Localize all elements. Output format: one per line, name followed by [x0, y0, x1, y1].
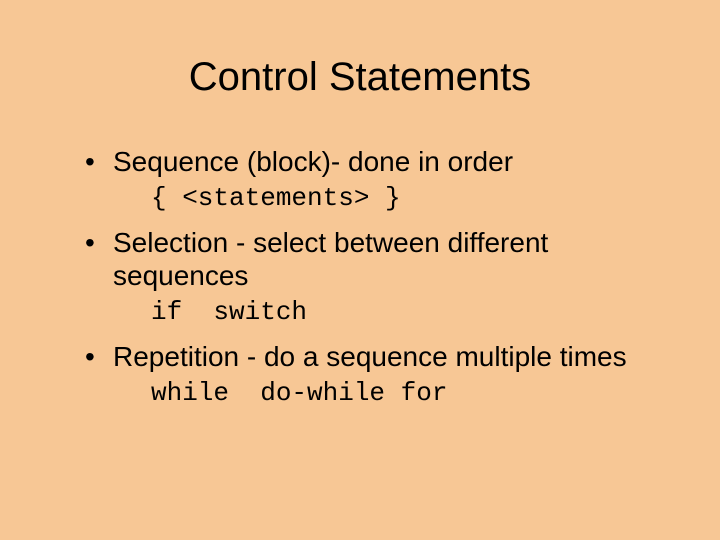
slide: Control Statements Sequence (block)- don… [0, 0, 720, 540]
code-line: if switch [151, 297, 660, 328]
bullet-item: Selection - select between different seq… [85, 226, 660, 328]
bullet-item: Sequence (block)- done in order { <state… [85, 145, 660, 214]
bullet-text: Selection - select between different seq… [113, 227, 548, 292]
bullet-text: Repetition - do a sequence multiple time… [113, 341, 627, 372]
code-line: while do-while for [151, 378, 660, 409]
bullet-text: Sequence (block)- done in order [113, 146, 513, 177]
slide-title: Control Statements [60, 55, 660, 100]
code-line: { <statements> } [151, 183, 660, 214]
bullet-item: Repetition - do a sequence multiple time… [85, 340, 660, 409]
bullet-list: Sequence (block)- done in order { <state… [60, 145, 660, 409]
